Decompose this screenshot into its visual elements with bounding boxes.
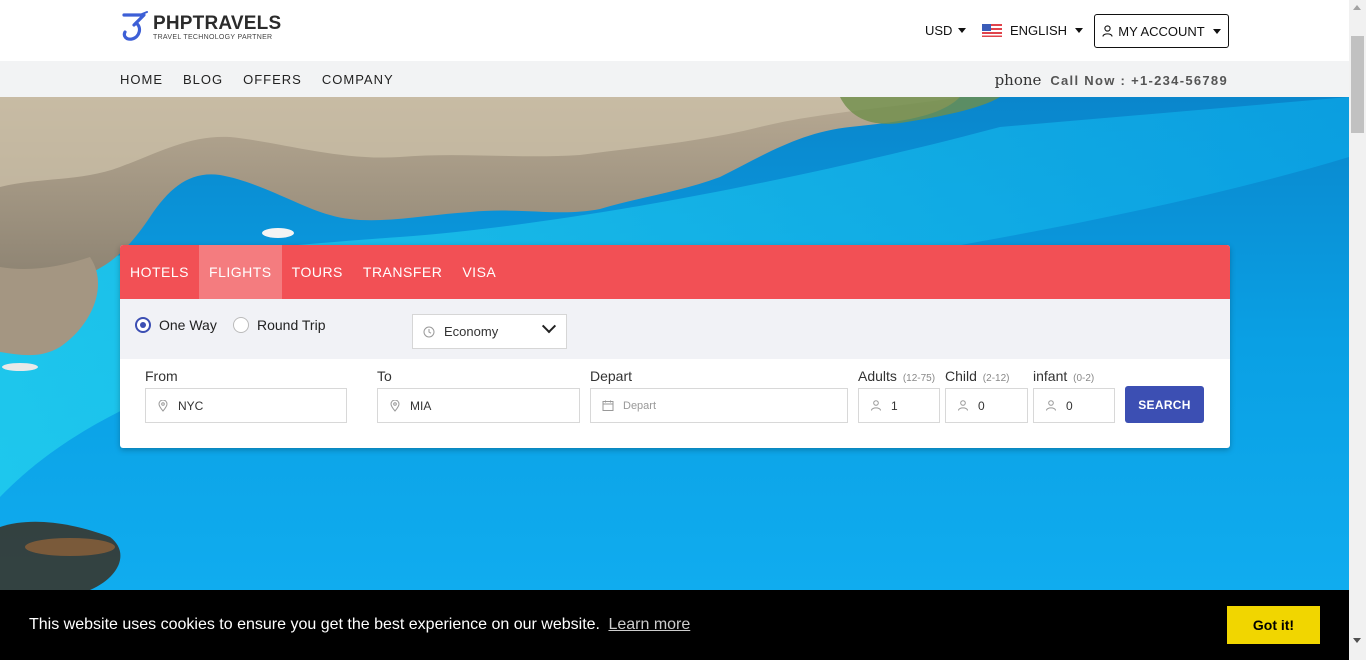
scrollbar-thumb[interactable]: [1351, 36, 1364, 133]
cookie-message: This website uses cookies to ensure you …: [29, 616, 690, 634]
phone-icon: phone: [994, 71, 1042, 89]
search-button[interactable]: SEARCH: [1125, 386, 1204, 423]
cabin-class-select[interactable]: Economy: [412, 314, 567, 349]
infant-value: 0: [1066, 398, 1073, 413]
adults-label-text: Adults: [858, 368, 897, 384]
infant-input[interactable]: 0: [1033, 388, 1115, 423]
radio-unselected-icon: [233, 317, 249, 333]
cookie-message-text: This website uses cookies to ensure you …: [29, 616, 600, 633]
to-label: To: [377, 368, 392, 384]
flight-options-row: One Way Round Trip Economy: [120, 299, 1230, 359]
learn-more-link[interactable]: Learn more: [608, 616, 690, 633]
logo-title: PHPTRAVELS: [153, 12, 282, 34]
from-value: NYC: [178, 398, 204, 413]
us-flag-icon: [982, 24, 1002, 37]
depart-date-input[interactable]: Depart: [590, 388, 848, 423]
tab-visa[interactable]: VISA: [452, 245, 506, 299]
clock-icon: [423, 326, 435, 337]
infant-range: (0-2): [1073, 373, 1095, 384]
cabin-class-value: Economy: [444, 324, 499, 339]
location-pin-icon: [390, 399, 400, 412]
main-nav: HOME BLOG OFFERS COMPANY: [120, 72, 414, 87]
location-pin-icon: [158, 399, 168, 412]
round-trip-radio[interactable]: Round Trip: [233, 317, 325, 333]
language-label: ENGLISH: [1010, 23, 1068, 38]
cookie-consent-bar: This website uses cookies to ensure you …: [0, 590, 1349, 660]
logo-subtitle: TRAVEL TECHNOLOGY PARTNER: [153, 33, 273, 41]
scroll-up-arrow-icon[interactable]: [1353, 5, 1361, 10]
nav-company[interactable]: COMPANY: [322, 72, 394, 87]
one-way-radio[interactable]: One Way: [135, 317, 217, 333]
calendar-icon: [602, 400, 614, 411]
adults-value: 1: [891, 398, 898, 413]
nav-blog[interactable]: BLOG: [183, 72, 223, 87]
round-trip-label: Round Trip: [257, 317, 326, 333]
child-label-text: Child: [945, 368, 977, 384]
child-value: 0: [978, 398, 985, 413]
infant-label-text: infant: [1033, 368, 1068, 384]
site-logo[interactable]: PHPTRAVELS TRAVEL TECHNOLOGY PARTNER: [120, 11, 281, 43]
call-now-label: Call Now : +1-234-56789: [1050, 73, 1228, 88]
nav-home[interactable]: HOME: [120, 72, 163, 87]
from-input[interactable]: NYC: [145, 388, 347, 423]
currency-dropdown[interactable]: USD: [925, 23, 967, 38]
search-tabs: HOTELS FLIGHTS TOURS TRANSFER VISA: [120, 245, 1230, 299]
call-now[interactable]: phone Call Now : +1-234-56789: [995, 71, 1228, 89]
one-way-label: One Way: [159, 317, 217, 333]
depart-placeholder: Depart: [623, 399, 657, 412]
tab-transfer[interactable]: TRANSFER: [353, 245, 452, 299]
person-icon: [871, 400, 881, 411]
person-icon: [958, 400, 968, 411]
got-it-button[interactable]: Got it!: [1227, 606, 1320, 644]
adults-input[interactable]: 1: [858, 388, 940, 423]
flight-search-fields: From NYC To MIA Depart Depart Adults (12…: [120, 359, 1230, 448]
phptravels-logo-icon: [122, 11, 148, 41]
nav-offers[interactable]: OFFERS: [243, 72, 302, 87]
to-value: MIA: [410, 398, 432, 413]
chevron-down-icon: [541, 319, 557, 334]
caret-down-icon: [1075, 28, 1084, 33]
adults-label: Adults (12-75): [858, 368, 935, 384]
child-range: (2-12): [982, 373, 1010, 384]
caret-down-icon: [958, 28, 967, 33]
to-input[interactable]: MIA: [377, 388, 580, 423]
search-panel: HOTELS FLIGHTS TOURS TRANSFER VISA One W…: [120, 245, 1230, 448]
radio-selected-icon: [135, 317, 151, 333]
my-account-button[interactable]: MY ACCOUNT: [1094, 14, 1229, 48]
currency-label: USD: [925, 23, 953, 38]
tab-tours[interactable]: TOURS: [282, 245, 353, 299]
child-label: Child (2-12): [945, 368, 1009, 384]
main-navbar: HOME BLOG OFFERS COMPANY phone Call Now …: [0, 61, 1349, 97]
tab-hotels[interactable]: HOTELS: [120, 245, 199, 299]
tab-flights[interactable]: FLIGHTS: [199, 245, 282, 299]
page-scrollbar[interactable]: [1349, 0, 1366, 660]
top-header: PHPTRAVELS TRAVEL TECHNOLOGY PARTNER USD…: [0, 0, 1349, 61]
language-dropdown[interactable]: ENGLISH: [982, 23, 1084, 38]
infant-label: infant (0-2): [1033, 368, 1094, 384]
adults-range: (12-75): [902, 373, 936, 384]
my-account-label: MY ACCOUNT: [1118, 23, 1205, 39]
child-input[interactable]: 0: [945, 388, 1028, 423]
from-label: From: [145, 368, 178, 384]
person-icon: [1046, 400, 1056, 411]
user-icon: [1102, 25, 1113, 37]
caret-down-icon: [1212, 28, 1221, 34]
scroll-down-arrow-icon[interactable]: [1353, 638, 1361, 643]
depart-label: Depart: [590, 368, 633, 384]
